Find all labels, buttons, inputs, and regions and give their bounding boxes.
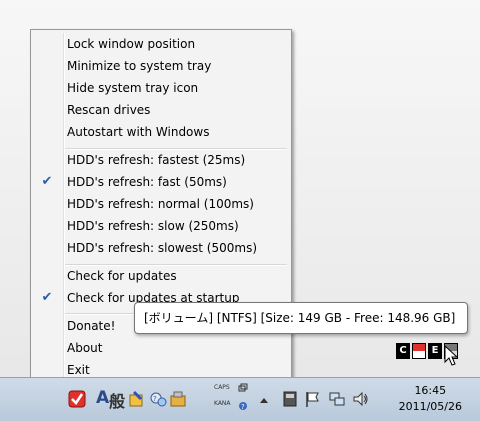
hdd-monitor-tray-icon[interactable] xyxy=(281,390,299,408)
caps-lock-indicator: CAPS xyxy=(214,384,230,391)
volume-icon[interactable] xyxy=(352,390,370,408)
help-icon[interactable]: ? xyxy=(238,401,248,411)
ime-pad-icon[interactable] xyxy=(128,390,146,408)
ime-dictionary-icon[interactable]: ? xyxy=(149,390,167,408)
menu-item-about[interactable]: About xyxy=(33,337,289,359)
menu-item-label: HDD's refresh: fast (50ms) xyxy=(67,175,227,189)
menu-item-refresh-normal[interactable]: HDD's refresh: normal (100ms) xyxy=(33,193,289,215)
menu-item-minimize-to-tray[interactable]: Minimize to system tray xyxy=(33,55,289,77)
red-checkbox-app-icon[interactable] xyxy=(68,390,86,408)
network-icon[interactable] xyxy=(328,390,346,408)
show-hidden-icons-icon[interactable] xyxy=(259,396,269,404)
menu-item-label: Check for updates xyxy=(67,269,177,283)
menu-item-label: Minimize to system tray xyxy=(67,59,212,73)
svg-text:?: ? xyxy=(241,403,245,411)
ime-tools-icon[interactable] xyxy=(169,390,187,408)
menu-item-refresh-slow[interactable]: HDD's refresh: slow (250ms) xyxy=(33,215,289,237)
mouse-cursor-icon xyxy=(444,345,459,366)
drive-c-indicator: C xyxy=(396,343,410,359)
menu-item-autostart[interactable]: Autostart with Windows xyxy=(33,121,289,143)
clock-time: 16:45 xyxy=(414,384,447,397)
menu-item-label: About xyxy=(67,341,103,355)
menu-item-label: Autostart with Windows xyxy=(67,125,210,139)
menu-item-label: HDD's refresh: slowest (500ms) xyxy=(67,241,258,255)
menu-item-hide-tray-icon[interactable]: Hide system tray icon xyxy=(33,77,289,99)
drive-e-indicator: E xyxy=(428,343,442,359)
checkmark-icon: ✔ xyxy=(41,174,53,189)
tooltip-text: [ボリューム] [NTFS] [Size: 149 GB - Free: 148… xyxy=(144,311,456,325)
menu-item-refresh-fastest[interactable]: HDD's refresh: fastest (25ms) xyxy=(33,149,289,171)
menu-item-label: HDD's refresh: slow (250ms) xyxy=(67,219,239,233)
menu-item-label: Donate! xyxy=(67,319,116,333)
menu-item-label: HDD's refresh: fastest (25ms) xyxy=(67,153,246,167)
menu-item-label: Hide system tray icon xyxy=(67,81,199,95)
menu-item-refresh-fast[interactable]: ✔ HDD's refresh: fast (50ms) xyxy=(33,171,289,193)
drive-info-tooltip: [ボリューム] [NTFS] [Size: 149 GB - Free: 148… xyxy=(134,302,468,334)
menu-item-label: Lock window position xyxy=(67,37,196,51)
menu-item-check-updates[interactable]: Check for updates xyxy=(33,265,289,287)
drive-activity-icon xyxy=(412,343,426,359)
action-center-flag-icon[interactable] xyxy=(304,390,322,408)
kana-lock-indicator: KANA xyxy=(214,400,231,407)
ime-input-mode-icon[interactable]: A xyxy=(96,388,109,408)
svg-text:?: ? xyxy=(153,395,157,403)
menu-item-refresh-slowest[interactable]: HDD's refresh: slowest (500ms) xyxy=(33,237,289,259)
ime-options-icon[interactable] xyxy=(238,383,248,393)
menu-item-label: HDD's refresh: normal (100ms) xyxy=(67,197,254,211)
clock-date: 2011/05/26 xyxy=(398,400,462,413)
menu-item-label: Rescan drives xyxy=(67,103,151,117)
menu-item-rescan-drives[interactable]: Rescan drives xyxy=(33,99,289,121)
taskbar: A 般 ? CAPS KANA ? 16:45 2011/05/26 xyxy=(0,377,480,421)
checkmark-icon: ✔ xyxy=(41,290,53,305)
ime-conversion-mode-icon[interactable]: 般 xyxy=(109,388,125,412)
menu-item-lock-window[interactable]: Lock window position xyxy=(33,33,289,55)
system-clock[interactable]: 16:45 2011/05/26 xyxy=(399,383,462,415)
